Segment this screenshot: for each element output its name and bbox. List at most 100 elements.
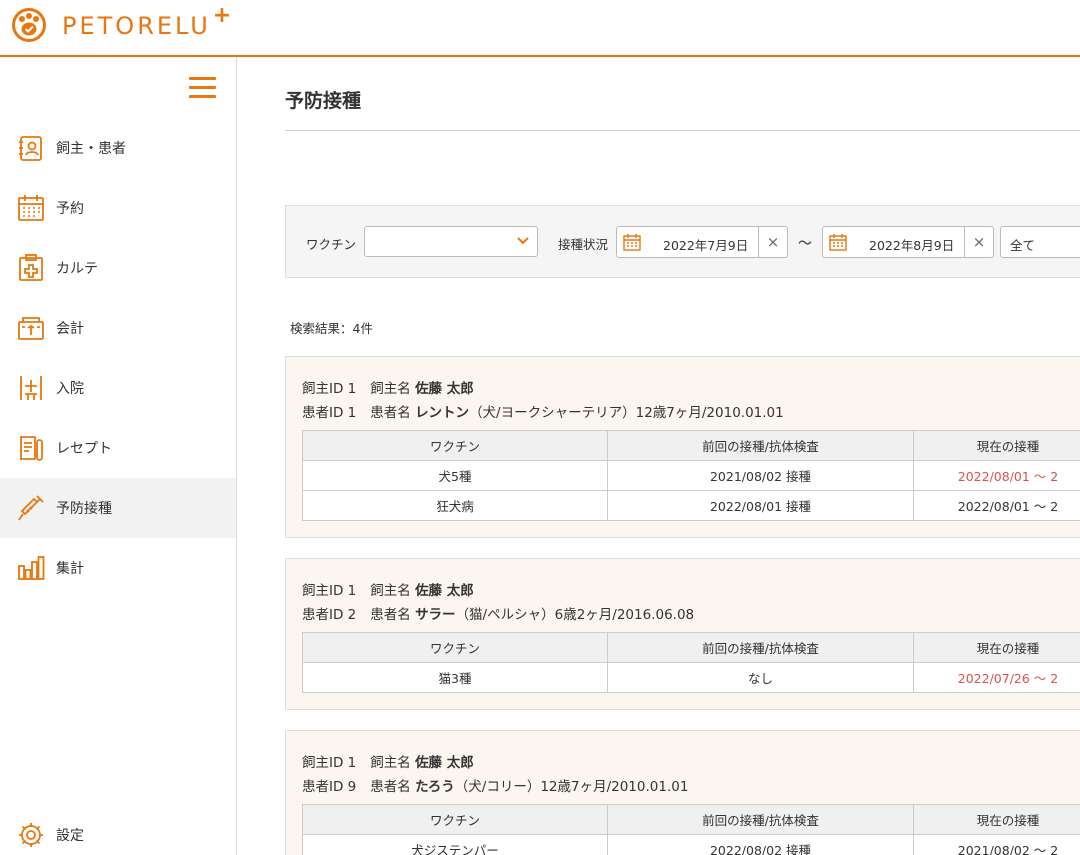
- current-cell: 2022/08/01 ～ 2: [913, 460, 1080, 491]
- previous-cell: 2022/08/01 接種: [607, 490, 914, 521]
- vaccine-cell: 狂犬病: [302, 490, 608, 521]
- owner-patient-icon: [16, 133, 46, 163]
- sidebar-item-label: カルテ: [56, 261, 98, 277]
- sidebar-item-label: 集計: [56, 561, 84, 577]
- owner-line: 飼主ID 1 飼主名 佐藤 太郎: [302, 579, 474, 599]
- page-title: 予防接種: [285, 90, 362, 112]
- sidebar-item-settings[interactable]: 設定: [0, 815, 236, 855]
- table-row[interactable]: 犬5種 2021/08/02 接種 2022/08/01 ～ 2: [302, 460, 1080, 491]
- current-cell: 2022/08/01 ～ 2: [913, 490, 1080, 521]
- sidebar-item-label: 飼主・患者: [56, 141, 126, 157]
- patient-detail: （犬/ヨークシャーテリア）12歳7ヶ月/2010.01.01: [469, 405, 784, 421]
- date-range-separator: ～: [798, 236, 812, 252]
- sidebar-item-medical-chart[interactable]: カルテ: [0, 238, 236, 298]
- current-cell: 2021/08/02 ～ 2: [913, 834, 1080, 855]
- patient-card: 飼主ID 1 飼主名 佐藤 太郎 患者ID 2 患者名 サラー（猫/ペルシャ）6歳2…: [285, 558, 1080, 710]
- gear-icon: [16, 820, 46, 850]
- patient-detail: （猫/ペルシャ）6歳2ヶ月/2016.06.08: [455, 607, 695, 623]
- result-count: 検索結果：4件: [290, 321, 373, 336]
- paw-check-logo-icon: [12, 8, 46, 42]
- patient-card: 飼主ID 1 飼主名 佐藤 太郎 患者ID 9 患者名 たろう（犬/コリー）12歳7…: [285, 730, 1080, 855]
- app-header: PETORELU +: [0, 0, 1080, 57]
- status-filter-label: 接種状況: [558, 237, 609, 252]
- owner-line: 飼主ID 1 飼主名 佐藤 太郎: [302, 377, 474, 397]
- patient-line: 患者ID 1 患者名 レントン（犬/ヨークシャーテリア）12歳7ヶ月/2010.0…: [302, 401, 784, 421]
- sidebar-item-reservation[interactable]: 予約: [0, 178, 236, 238]
- previous-cell: 2022/08/02 接種: [607, 834, 914, 855]
- owner-id: 飼主ID 1: [302, 381, 357, 397]
- date-from-field[interactable]: 2022年7月9日 ×: [616, 226, 788, 258]
- vaccine-table: ワクチン 前回の接種/抗体検査 現在の接種 犬5種 2021/08/02 接種 …: [302, 430, 1080, 521]
- patient-name[interactable]: レントン: [415, 405, 469, 421]
- calendar-icon: [16, 193, 46, 223]
- previous-cell: 2021/08/02 接種: [607, 460, 914, 491]
- sidebar-item-hospitalization[interactable]: 入院: [0, 358, 236, 418]
- sidebar-item-label: 予約: [56, 201, 84, 217]
- vaccine-cell: 猫3種: [302, 662, 608, 693]
- status-select[interactable]: 全て: [1000, 226, 1080, 258]
- main-content: 予防接種 ワクチン 接種状況 2022年7月9日 × ～ 2022年8月9日 ×…: [237, 57, 1080, 855]
- vaccine-table: ワクチン 前回の接種/抗体検査 現在の接種 犬ジステンパー 2022/08/02…: [302, 804, 1080, 855]
- patient-id: 患者ID 1: [302, 405, 357, 421]
- patient-detail: （犬/コリー）12歳7ヶ月/2010.01.01: [454, 779, 689, 795]
- date-from-value: 2022年7月9日: [663, 238, 749, 253]
- sidebar-item-label: 会計: [56, 321, 84, 337]
- app-logo[interactable]: PETORELU +: [12, 3, 231, 42]
- column-header-vaccine: ワクチン: [302, 804, 608, 835]
- sidebar-item-accounting[interactable]: 会計: [0, 298, 236, 358]
- sidebar-item-owners-patients[interactable]: 飼主・患者: [0, 118, 236, 178]
- owner-name[interactable]: 佐藤 太郎: [415, 755, 474, 771]
- vaccine-cell: 犬ジステンパー: [302, 834, 608, 855]
- clear-date-to-icon[interactable]: ×: [964, 227, 993, 257]
- title-divider: [285, 130, 1080, 131]
- patient-name-label: 患者名: [370, 779, 411, 795]
- menu-toggle-icon[interactable]: [189, 77, 216, 99]
- sidebar-item-label: 予防接種: [56, 501, 112, 517]
- status-select-value: 全て: [1010, 238, 1036, 253]
- clear-date-from-icon[interactable]: ×: [758, 227, 787, 257]
- patient-line: 患者ID 2 患者名 サラー（猫/ペルシャ）6歳2ヶ月/2016.06.08: [302, 603, 694, 623]
- column-header-vaccine: ワクチン: [302, 632, 608, 663]
- owner-name-label: 飼主名: [370, 755, 411, 771]
- syringe-icon: [16, 493, 46, 523]
- brand-plus: +: [212, 2, 232, 28]
- chevron-down-icon: [517, 237, 529, 245]
- current-cell: 2022/07/26 ～ 2: [913, 662, 1080, 693]
- medical-chart-icon: [16, 253, 46, 283]
- sidebar-item-label: レセプト: [56, 441, 112, 457]
- table-row[interactable]: 猫3種 なし 2022/07/26 ～ 2: [302, 662, 1080, 693]
- register-icon: [16, 313, 46, 343]
- sidebar-item-label: 入院: [56, 381, 84, 397]
- table-header-row: ワクチン 前回の接種/抗体検査 現在の接種: [302, 430, 1080, 461]
- vaccine-filter-label: ワクチン: [306, 237, 357, 252]
- calendar-icon: [623, 234, 641, 251]
- patient-name[interactable]: たろう: [415, 779, 455, 795]
- table-row[interactable]: 狂犬病 2022/08/01 接種 2022/08/01 ～ 2: [302, 490, 1080, 521]
- vaccine-table: ワクチン 前回の接種/抗体検査 現在の接種 猫3種 なし 2022/07/26 …: [302, 632, 1080, 693]
- sidebar-item-receipt[interactable]: レセプト: [0, 418, 236, 478]
- owner-id: 飼主ID 1: [302, 583, 357, 599]
- sidebar-item-vaccination[interactable]: 予防接種: [0, 478, 236, 538]
- patient-id: 患者ID 9: [302, 779, 357, 795]
- patient-name[interactable]: サラー: [415, 607, 456, 623]
- receipt-icon: [16, 433, 46, 463]
- date-to-field[interactable]: 2022年8月9日 ×: [822, 226, 994, 258]
- column-header-previous: 前回の接種/抗体検査: [607, 430, 914, 461]
- settings-label: 設定: [56, 828, 84, 844]
- sidebar-item-statistics[interactable]: 集計: [0, 538, 236, 598]
- table-header-row: ワクチン 前回の接種/抗体検査 現在の接種: [302, 804, 1080, 835]
- column-header-current: 現在の接種: [913, 430, 1080, 461]
- column-header-current: 現在の接種: [913, 804, 1080, 835]
- hospitalization-icon: [16, 373, 46, 403]
- column-header-previous: 前回の接種/抗体検査: [607, 804, 914, 835]
- filter-bar: ワクチン 接種状況 2022年7月9日 × ～ 2022年8月9日 × 全て: [285, 205, 1080, 278]
- date-to-value: 2022年8月9日: [869, 238, 955, 253]
- owner-name[interactable]: 佐藤 太郎: [415, 381, 474, 397]
- brand-name: PETORELU: [62, 12, 211, 40]
- table-row[interactable]: 犬ジステンパー 2022/08/02 接種 2021/08/02 ～ 2: [302, 834, 1080, 855]
- owner-name-label: 飼主名: [370, 381, 411, 397]
- patient-name-label: 患者名: [370, 405, 411, 421]
- vaccine-select[interactable]: [364, 226, 538, 257]
- patient-line: 患者ID 9 患者名 たろう（犬/コリー）12歳7ヶ月/2010.01.01: [302, 775, 688, 795]
- owner-name[interactable]: 佐藤 太郎: [415, 583, 474, 599]
